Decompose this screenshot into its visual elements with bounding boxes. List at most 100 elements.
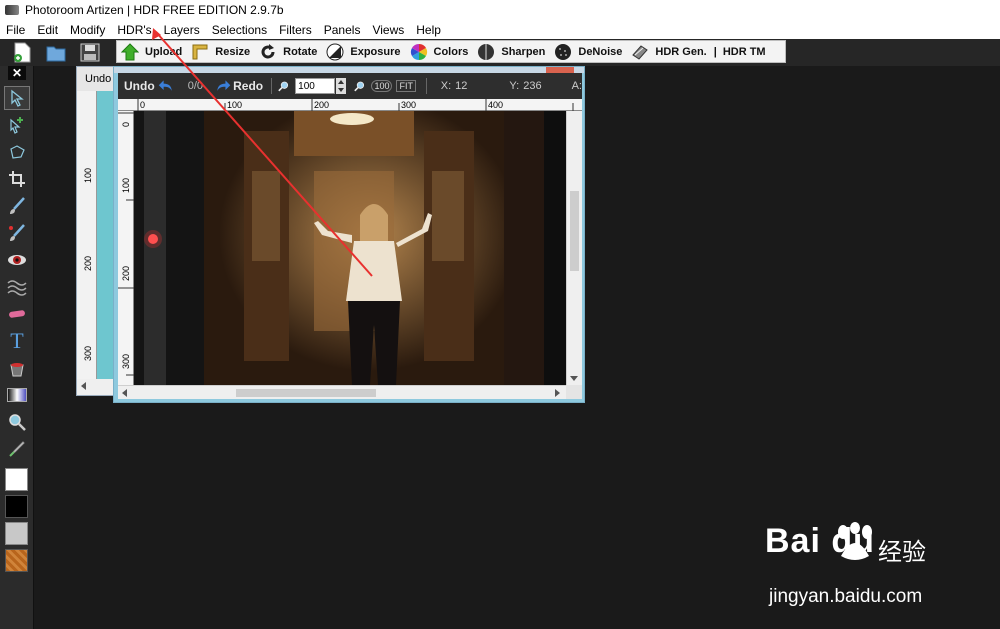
scroll-left-icon[interactable] — [120, 388, 130, 398]
crop-tool[interactable] — [4, 167, 30, 191]
horizontal-scrollbar[interactable] — [118, 385, 566, 399]
pattern-swatch[interactable] — [5, 549, 28, 572]
lasso-tool[interactable] — [4, 140, 30, 164]
zoom-input[interactable] — [295, 78, 336, 94]
horizontal-scroll-thumb[interactable] — [236, 389, 376, 397]
hdr-gen-icon — [632, 44, 649, 60]
horizontal-ruler-ticks: 0 100 200 300 400 — [137, 99, 574, 111]
exposure-icon — [326, 43, 344, 60]
menu-help[interactable]: Help — [416, 23, 441, 37]
scroll-right-icon[interactable] — [552, 388, 562, 398]
app-logo-icon — [5, 5, 19, 15]
zoom-100-button[interactable]: 100 — [371, 80, 393, 92]
eyedropper-icon — [9, 441, 25, 457]
sharpen-button[interactable]: Sharpen — [473, 40, 550, 63]
hdr-tm-button[interactable]: HDR TM — [719, 40, 771, 63]
rotate-button[interactable]: Rotate — [255, 40, 322, 63]
ruler-label: 300 — [121, 354, 131, 369]
back-vertical-ruler: 100 200 300 — [77, 91, 97, 381]
bucket-tool[interactable] — [4, 356, 30, 380]
document-window[interactable]: Undo 0/0 Redo 100 FIT X: 12 Y: 236 A: 0 … — [113, 66, 585, 403]
save-disk-icon[interactable] — [79, 42, 101, 63]
filter-button-strip: Upload Resize Rotate Exposure Colors Sha… — [116, 40, 786, 63]
resize-label: Resize — [215, 45, 251, 58]
undo-arrow-icon[interactable] — [158, 77, 174, 95]
denoise-button[interactable]: DeNoise — [550, 40, 627, 63]
background-color-swatch[interactable] — [5, 495, 28, 518]
select-arrow-tool[interactable] — [4, 86, 30, 110]
menu-layers[interactable]: Layers — [164, 23, 200, 37]
ruler-label: 200 — [314, 100, 329, 110]
open-folder-icon[interactable] — [45, 42, 67, 63]
zoom-tool[interactable] — [4, 410, 30, 434]
zoom-stepper[interactable] — [336, 78, 347, 94]
undo-button[interactable]: Undo — [124, 79, 155, 93]
eyedropper-tool[interactable] — [4, 437, 30, 461]
menu-filters[interactable]: Filters — [279, 23, 312, 37]
eraser-tool[interactable] — [4, 302, 30, 326]
menu-file[interactable]: File — [6, 23, 25, 37]
scroll-down-icon[interactable] — [568, 373, 580, 383]
brush-tool[interactable] — [4, 194, 30, 218]
watermark-chinese: 经验 — [878, 539, 926, 566]
exposure-button[interactable]: Exposure — [322, 40, 405, 63]
back-ruler-label: 200 — [83, 256, 93, 271]
red-eye-tool[interactable] — [4, 248, 30, 272]
close-panel-icon[interactable]: ✕ — [8, 66, 26, 80]
toolbar-divider — [271, 78, 272, 94]
denoise-icon — [555, 43, 572, 60]
horizontal-ruler: 0 100 200 300 400 — [118, 99, 582, 111]
document-toolbar: Undo 0/0 Redo 100 FIT X: 12 Y: 236 A: — [118, 73, 582, 99]
colors-label: Colors — [433, 45, 469, 58]
back-ruler-label: 300 — [83, 346, 93, 361]
ruler-tick-marks — [137, 99, 574, 111]
resize-button[interactable]: Resize — [187, 40, 255, 63]
third-color-swatch[interactable] — [5, 522, 28, 545]
text-tool[interactable]: T — [4, 328, 30, 353]
rotate-label: Rotate — [283, 45, 318, 58]
rotate-icon — [261, 43, 275, 58]
menu-bar: File Edit Modify HDR's Layers Selections… — [0, 20, 1000, 39]
ruler-label: 300 — [401, 100, 416, 110]
colors-button[interactable]: Colors — [406, 40, 474, 63]
ruler-label: 400 — [488, 100, 503, 110]
foreground-color-swatch[interactable] — [5, 468, 28, 491]
menu-edit[interactable]: Edit — [37, 23, 58, 37]
document-photo[interactable] — [134, 111, 566, 385]
watermark-brand: Bai du — [765, 522, 875, 560]
clone-brush-icon — [9, 224, 25, 241]
vertical-scroll-thumb[interactable] — [570, 191, 579, 271]
add-select-tool[interactable] — [4, 113, 30, 137]
tool-panel: ✕ T — [0, 66, 34, 629]
zoom-out-icon[interactable] — [354, 79, 365, 93]
menu-modify[interactable]: Modify — [70, 23, 105, 37]
ruler-label: 100 — [227, 100, 242, 110]
vertical-scrollbar[interactable] — [566, 111, 582, 386]
scroll-corner — [566, 385, 582, 399]
upload-button[interactable]: Upload — [117, 40, 187, 63]
menu-panels[interactable]: Panels — [324, 23, 361, 37]
menu-views[interactable]: Views — [372, 23, 404, 37]
vertical-ruler: 0 100 200 300 — [118, 111, 134, 386]
add-select-icon — [10, 117, 23, 134]
new-file-icon[interactable] — [11, 42, 33, 63]
hdr-tm-label: HDR TM — [722, 45, 766, 58]
hdr-gen-button[interactable]: HDR Gen. — [627, 40, 711, 63]
ruler-label: 100 — [121, 178, 131, 193]
redo-button[interactable]: Redo — [233, 79, 263, 93]
resize-icon — [192, 44, 208, 59]
zoom-in-icon[interactable] — [278, 79, 289, 93]
redo-arrow-icon[interactable] — [215, 77, 231, 95]
back-ruler-label: 100 — [83, 168, 93, 183]
clone-brush-tool[interactable] — [4, 221, 30, 245]
menu-selections[interactable]: Selections — [212, 23, 267, 37]
gradient-tool[interactable] — [4, 383, 30, 407]
text-icon: T — [10, 328, 24, 353]
stepper-down-icon[interactable] — [336, 86, 346, 94]
scroll-left-icon[interactable] — [77, 379, 91, 393]
vertical-ruler-ticks: 0 100 200 300 — [118, 112, 134, 376]
stepper-up-icon[interactable] — [336, 78, 346, 86]
fit-button[interactable]: FIT — [396, 80, 416, 92]
menu-hdrs[interactable]: HDR's — [117, 23, 151, 37]
wave-tool[interactable] — [4, 275, 30, 299]
